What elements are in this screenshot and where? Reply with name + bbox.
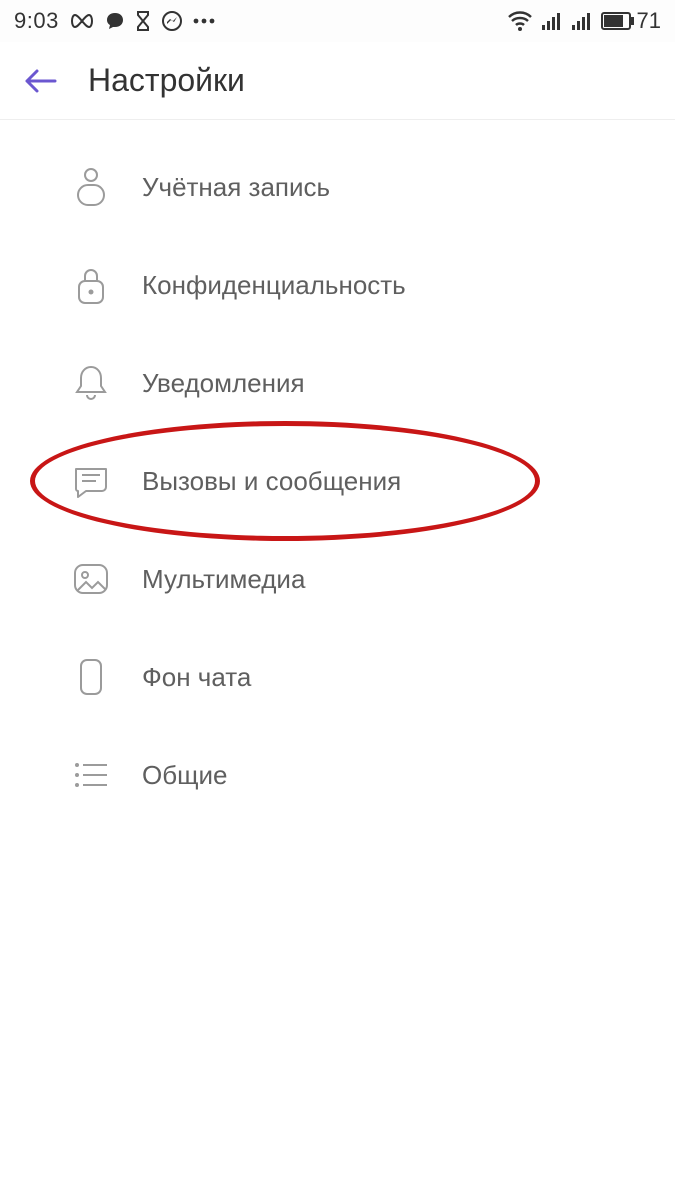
signal-2-icon [571,11,593,31]
back-arrow-icon [23,67,57,95]
settings-item-label: Учётная запись [142,172,330,203]
back-button[interactable] [20,61,60,101]
infinity-icon [69,14,95,28]
settings-list: Учётная запись Конфиденциальность Уведом… [0,120,675,824]
app-header: Настройки [0,42,675,120]
wifi-icon [507,11,533,31]
settings-item-label: Мультимедиа [142,564,305,595]
battery-icon [601,12,635,30]
settings-item-chat-background[interactable]: Фон чата [0,628,675,726]
battery-percent: 71 [637,8,661,34]
settings-item-privacy[interactable]: Конфиденциальность [0,236,675,334]
media-icon [70,558,112,600]
messenger-icon [161,10,183,32]
settings-item-notifications[interactable]: Уведомления [0,334,675,432]
settings-item-multimedia[interactable]: Мультимедиа [0,530,675,628]
status-clock: 9:03 [14,8,59,34]
page-title: Настройки [88,62,245,99]
settings-item-label: Общие [142,760,228,791]
settings-item-calls-messages[interactable]: Вызовы и сообщения [0,432,675,530]
settings-item-label: Вызовы и сообщения [142,466,401,497]
chat-icon [70,460,112,502]
signal-1-icon [541,11,563,31]
phone-icon [70,656,112,698]
settings-item-account[interactable]: Учётная запись [0,138,675,236]
battery-indicator: 71 [601,8,661,34]
lock-icon [70,264,112,306]
settings-item-label: Фон чата [142,662,251,693]
settings-item-general[interactable]: Общие [0,726,675,824]
chat-bubble-icon [105,11,125,31]
list-icon [70,754,112,796]
user-icon [70,166,112,208]
more-icon [193,18,215,24]
settings-item-label: Конфиденциальность [142,270,406,301]
status-right: 71 [507,8,661,34]
hourglass-icon [135,10,151,32]
settings-item-label: Уведомления [142,368,305,399]
status-left: 9:03 [14,8,215,34]
bell-icon [70,362,112,404]
status-bar: 9:03 71 [0,0,675,42]
